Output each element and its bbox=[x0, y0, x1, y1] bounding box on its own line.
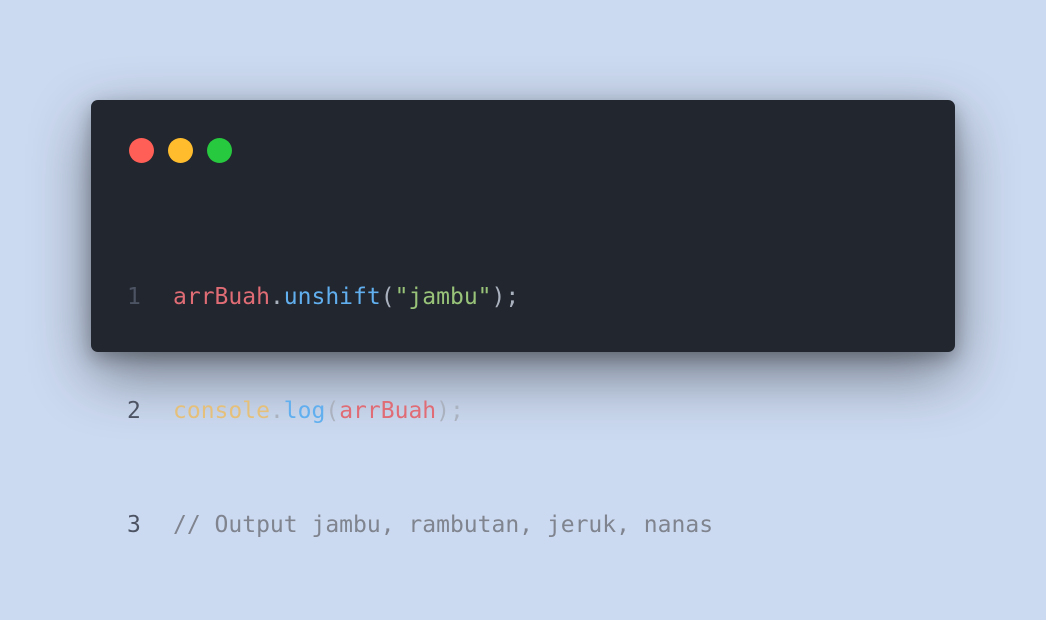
code-line-content: console.log(arrBuah); bbox=[173, 392, 464, 430]
window-controls bbox=[129, 138, 232, 163]
code-token: ( bbox=[380, 284, 395, 310]
code-token: "jambu" bbox=[394, 284, 492, 310]
code-token: log bbox=[283, 398, 326, 424]
code-token: ); bbox=[491, 284, 520, 310]
code-comment: // Output jambu, rambutan, jeruk, nanas bbox=[173, 512, 714, 538]
code-line-content: arrBuah.unshift("jambu"); bbox=[173, 278, 519, 316]
line-number: 3 bbox=[127, 512, 141, 538]
code-token: ( bbox=[325, 398, 340, 424]
line-number: 1 bbox=[127, 284, 141, 310]
line-number: 2 bbox=[127, 398, 141, 424]
close-dot-icon[interactable] bbox=[129, 138, 154, 163]
minimize-dot-icon[interactable] bbox=[168, 138, 193, 163]
code-token: console bbox=[173, 398, 270, 424]
code-block: 1 arrBuah.unshift("jambu"); 2 console.lo… bbox=[127, 202, 713, 620]
code-line: 2 console.log(arrBuah); bbox=[127, 392, 713, 430]
code-line-content: // Output jambu, rambutan, jeruk, nanas bbox=[173, 506, 713, 544]
code-token: . bbox=[269, 284, 284, 310]
code-line: 3 // Output jambu, rambutan, jeruk, nana… bbox=[127, 506, 713, 544]
code-token: unshift bbox=[283, 284, 381, 310]
code-token: ); bbox=[436, 398, 464, 424]
code-window: 1 arrBuah.unshift("jambu"); 2 console.lo… bbox=[91, 100, 955, 538]
code-line: 1 arrBuah.unshift("jambu"); bbox=[127, 278, 713, 316]
code-token: arrBuah bbox=[339, 398, 437, 424]
code-token: arrBuah bbox=[173, 284, 270, 310]
code-token: . bbox=[269, 398, 284, 424]
maximize-dot-icon[interactable] bbox=[207, 138, 232, 163]
